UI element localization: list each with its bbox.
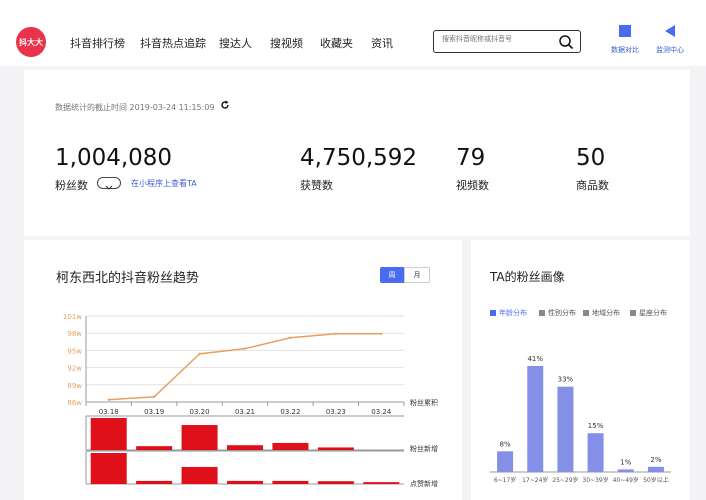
bar-value-label: 1% bbox=[620, 458, 631, 466]
line-point bbox=[380, 332, 383, 335]
x-tick-label: 03.18 bbox=[99, 408, 119, 416]
search-box[interactable] bbox=[433, 30, 581, 53]
bar-value-label: 2% bbox=[650, 456, 661, 464]
y-tick-label: 89w bbox=[67, 382, 82, 390]
y-tick-label: 92w bbox=[67, 365, 82, 373]
age-distribution-chart: 8% 6~17岁 41% 17~24岁 33% 25~29岁 15% 30~39岁 1% 40~4… bbox=[490, 355, 671, 484]
bar bbox=[363, 482, 400, 484]
compare-icon bbox=[619, 25, 631, 37]
monitor-label: 监测中心 bbox=[656, 46, 684, 54]
bar-value-label: 41% bbox=[527, 355, 543, 363]
bar bbox=[587, 433, 604, 472]
bar bbox=[90, 418, 127, 450]
x-tick-label: 25~29岁 bbox=[552, 476, 578, 484]
nav-search-video[interactable]: 搜视频 bbox=[270, 35, 303, 51]
nav-favorites[interactable]: 收藏夹 bbox=[320, 35, 353, 51]
fans-cumulative-line bbox=[108, 333, 382, 401]
bar bbox=[136, 480, 173, 484]
logo[interactable]: 抖大大 bbox=[16, 27, 46, 57]
bar bbox=[317, 481, 354, 484]
stats-card: 数据统计的截止时间 2019-03-24 11:15:09 1,004,080 … bbox=[24, 70, 690, 236]
bar bbox=[136, 446, 173, 450]
fans-trend-card: 柯东西北的抖音粉丝趋势 周 月 86w 89w 92w 95w 98w 101w 03.18… bbox=[24, 240, 462, 500]
bar bbox=[617, 469, 634, 472]
bar-value-label: 33% bbox=[558, 376, 574, 384]
bar bbox=[272, 480, 309, 484]
fan-profile-card: TA的粉丝画像 年龄分布 性别分布 地域分布 星座分布 8% 6~17岁 41% 17… bbox=[471, 240, 690, 500]
x-tick-label: 40~49岁 bbox=[613, 476, 639, 484]
data-timestamp: 数据统计的截止时间 2019-03-24 11:15:09 bbox=[55, 103, 215, 112]
line-point bbox=[289, 336, 292, 339]
x-tick-label: 50岁以上 bbox=[643, 476, 669, 484]
fans-count: 1,004,080 bbox=[55, 145, 173, 171]
line-point bbox=[107, 398, 110, 401]
bar bbox=[90, 453, 127, 484]
row-label-cumulative: 粉丝累积 bbox=[410, 398, 438, 407]
x-tick-label: 03.23 bbox=[326, 408, 346, 416]
nav-hot-tracking[interactable]: 抖音热点追踪 bbox=[140, 35, 206, 51]
search-input[interactable] bbox=[442, 35, 558, 43]
y-tick-label: 86w bbox=[67, 399, 82, 407]
nav-search-influencer[interactable]: 搜达人 bbox=[219, 35, 252, 51]
bar bbox=[317, 447, 354, 450]
compare-label: 数据对比 bbox=[611, 46, 639, 54]
bar bbox=[557, 386, 574, 472]
x-tick-label: 30~39岁 bbox=[582, 476, 608, 484]
videos-label: 视频数 bbox=[456, 179, 489, 192]
y-tick-label: 95w bbox=[67, 347, 82, 355]
bar bbox=[272, 442, 309, 450]
products-label: 商品数 bbox=[576, 179, 609, 192]
x-tick-label: 03.21 bbox=[235, 408, 255, 416]
bar bbox=[527, 366, 544, 472]
nav-news[interactable]: 资讯 bbox=[371, 35, 393, 51]
bar bbox=[227, 445, 263, 450]
y-tick-label: 98w bbox=[67, 330, 82, 338]
line-point bbox=[243, 347, 247, 350]
y-tick-label: 101w bbox=[63, 313, 82, 321]
bar bbox=[647, 466, 664, 472]
monitor-icon bbox=[665, 25, 675, 37]
bar bbox=[181, 466, 218, 484]
likes-label: 获赞数 bbox=[300, 179, 333, 192]
x-tick-label: 17~24岁 bbox=[522, 476, 548, 484]
bar bbox=[497, 451, 514, 472]
chevron-down-icon bbox=[105, 185, 113, 190]
refresh-icon[interactable] bbox=[220, 100, 230, 110]
row-label-new-likes: 点赞新增 bbox=[410, 479, 438, 488]
compare-button[interactable]: 数据对比 bbox=[605, 24, 645, 55]
bar-value-label: 8% bbox=[500, 440, 511, 448]
x-tick-label: 03.22 bbox=[280, 408, 300, 416]
monitor-button[interactable]: 监测中心 bbox=[650, 24, 690, 55]
x-tick-label: 03.20 bbox=[190, 408, 210, 416]
videos-count: 79 bbox=[456, 145, 486, 171]
expand-toggle[interactable] bbox=[97, 177, 121, 190]
line-point bbox=[152, 395, 156, 399]
products-count: 50 bbox=[576, 145, 606, 171]
row-label-new-fans: 粉丝新增 bbox=[410, 444, 438, 453]
line-point bbox=[198, 352, 201, 356]
x-tick-label: 03.24 bbox=[371, 408, 392, 416]
fans-trend-chart: 86w 89w 92w 95w 98w 101w 03.18 03.19 03.20 03.21 0… bbox=[63, 313, 438, 488]
x-tick-label: 03.19 bbox=[144, 408, 164, 416]
line-point bbox=[334, 332, 338, 335]
mini-program-link[interactable]: 在小程序上查看TA bbox=[131, 178, 197, 189]
bar bbox=[181, 425, 218, 450]
bar-value-label: 15% bbox=[588, 422, 604, 430]
top-bar: 抖大大 抖音排行榜 抖音热点追踪 搜达人 搜视频 收藏夹 资讯 数据对比 监测中… bbox=[0, 0, 706, 66]
fans-label: 粉丝数 bbox=[55, 179, 88, 192]
search-icon[interactable] bbox=[558, 34, 574, 50]
nav-ranking[interactable]: 抖音排行榜 bbox=[70, 35, 125, 51]
likes-count: 4,750,592 bbox=[300, 145, 418, 171]
x-tick-label: 6~17岁 bbox=[494, 476, 516, 484]
bar bbox=[227, 480, 263, 484]
